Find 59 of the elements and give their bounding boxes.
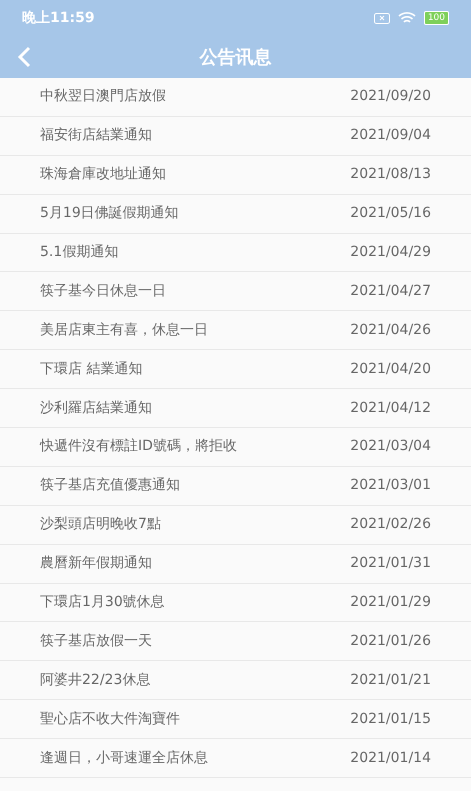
notice-date: 2021/01/29 bbox=[350, 593, 431, 612]
notice-row[interactable]: 下環店1月30號休息 2021/01/29 bbox=[0, 584, 471, 622]
notice-title: 農曆新年假期通知 bbox=[40, 554, 152, 574]
notice-row[interactable]: 筷子基店放假一天 2021/01/26 bbox=[0, 622, 471, 662]
notice-title: 聖心店不收大件淘寶件 bbox=[40, 710, 180, 729]
notice-date: 2021/04/26 bbox=[350, 320, 431, 340]
notice-date: 2021/04/12 bbox=[350, 398, 431, 418]
notice-row[interactable]: 逢週日，小哥速運全店休息 2021/01/14 bbox=[0, 739, 471, 778]
notice-row[interactable]: 筷子基今日休息一日 2021/04/27 bbox=[0, 272, 471, 312]
sim-icon bbox=[374, 12, 390, 24]
notice-title: 筷子基今日休息一日 bbox=[40, 282, 166, 301]
battery-level: 100 bbox=[424, 11, 449, 25]
notice-title: 快遞件沒有標註ID號碼，將拒收 bbox=[40, 437, 237, 456]
notice-date: 2021/01/31 bbox=[350, 554, 431, 574]
notice-date: 2021/09/04 bbox=[350, 126, 431, 146]
notice-title: 中秋翌日澳門店放假 bbox=[40, 87, 166, 106]
notice-row[interactable]: 珠海倉庫改地址通知 2021/08/13 bbox=[0, 156, 471, 195]
notice-date: 2021/03/04 bbox=[350, 437, 431, 456]
notice-title: 阿婆井22/23休息 bbox=[40, 670, 150, 690]
notice-date: 2021/04/27 bbox=[350, 282, 431, 301]
notice-row[interactable]: 農曆新年假期通知 2021/01/31 bbox=[0, 544, 471, 584]
notice-row[interactable]: 美居店東主有喜，休息一日 2021/04/26 bbox=[0, 311, 471, 350]
notice-row[interactable]: 聖心店不收大件淘寶件 2021/01/15 bbox=[0, 700, 471, 740]
notice-date: 2021/02/26 bbox=[350, 515, 431, 534]
notice-row[interactable]: 福安街店結業通知 2021/09/04 bbox=[0, 116, 471, 156]
notice-title: 筷子基店充值優惠通知 bbox=[40, 476, 180, 496]
notice-date: 2021/01/15 bbox=[350, 710, 431, 729]
notice-date: 2021/05/16 bbox=[350, 204, 431, 224]
notice-row[interactable]: 下環店 結業通知 2021/04/20 bbox=[0, 350, 471, 390]
notice-row[interactable]: 沙利羅店結業通知 2021/04/12 bbox=[0, 389, 471, 428]
notice-title: 福安街店結業通知 bbox=[40, 126, 152, 146]
notice-row[interactable]: 阿婆井22/23休息 2021/01/21 bbox=[0, 661, 471, 700]
notice-title: 下環店 結業通知 bbox=[40, 360, 142, 379]
notice-date: 2021/08/13 bbox=[350, 165, 431, 184]
notice-title: 沙利羅店結業通知 bbox=[40, 398, 152, 418]
status-time: 晚上11:59 bbox=[22, 8, 95, 28]
notice-row[interactable]: 5.1假期通知 2021/04/29 bbox=[0, 234, 471, 272]
notice-row[interactable]: 筷子基店充值優惠通知 2021/03/01 bbox=[0, 466, 471, 506]
wifi-icon bbox=[398, 12, 416, 24]
notice-title: 下環店1月30號休息 bbox=[40, 593, 165, 612]
notice-row[interactable]: 快遞件沒有標註ID號碼，將拒收 2021/03/04 bbox=[0, 428, 471, 467]
notice-row[interactable]: 沙梨頭店明晚收7點 2021/02/26 bbox=[0, 506, 471, 545]
notice-title: 美居店東主有喜，休息一日 bbox=[40, 320, 208, 340]
notice-row[interactable]: 中秋翌日澳門店放假 2021/09/20 bbox=[0, 78, 471, 117]
notice-title: 沙梨頭店明晚收7點 bbox=[40, 515, 161, 534]
notice-date: 2021/04/20 bbox=[350, 360, 431, 379]
notice-title: 5月19日佛誕假期通知 bbox=[40, 204, 179, 224]
notice-title: 筷子基店放假一天 bbox=[40, 632, 152, 651]
notice-date: 2021/01/14 bbox=[350, 748, 431, 768]
notice-date: 2021/09/20 bbox=[350, 87, 431, 106]
notice-row[interactable]: 5月19日佛誕假期通知 2021/05/16 bbox=[0, 194, 471, 234]
notice-date: 2021/01/21 bbox=[350, 670, 431, 690]
notice-title: 逢週日，小哥速運全店休息 bbox=[40, 748, 208, 768]
page-title: 公告讯息 bbox=[200, 46, 272, 70]
notice-date: 2021/04/29 bbox=[350, 243, 431, 262]
notice-date: 2021/03/01 bbox=[350, 476, 431, 496]
notice-title: 5.1假期通知 bbox=[40, 243, 118, 262]
notice-date: 2021/01/26 bbox=[350, 632, 431, 651]
notice-title: 珠海倉庫改地址通知 bbox=[40, 165, 166, 184]
